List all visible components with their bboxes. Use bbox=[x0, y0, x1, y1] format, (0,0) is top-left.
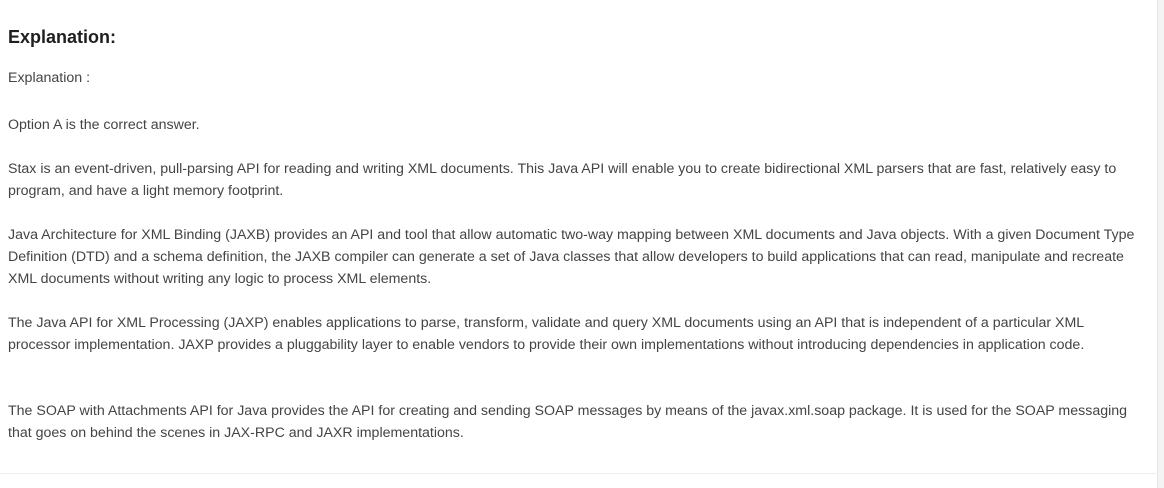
stax-paragraph: Stax is an event-driven, pull-parsing AP… bbox=[8, 161, 1117, 199]
saaj-paragraph: The SOAP with Attachments API for Java p… bbox=[8, 403, 1128, 441]
explanation-label: Explanation : bbox=[8, 70, 91, 86]
correct-answer-text: Option A is the correct answer. bbox=[8, 117, 200, 133]
jaxp-paragraph: The Java API for XML Processing (JAXP) e… bbox=[8, 315, 1085, 353]
explanation-heading: Explanation: bbox=[8, 27, 117, 47]
scrollbar-track[interactable] bbox=[1157, 0, 1164, 488]
section-divider bbox=[0, 473, 1156, 474]
jaxb-paragraph: Java Architecture for XML Binding (JAXB)… bbox=[8, 227, 1135, 287]
